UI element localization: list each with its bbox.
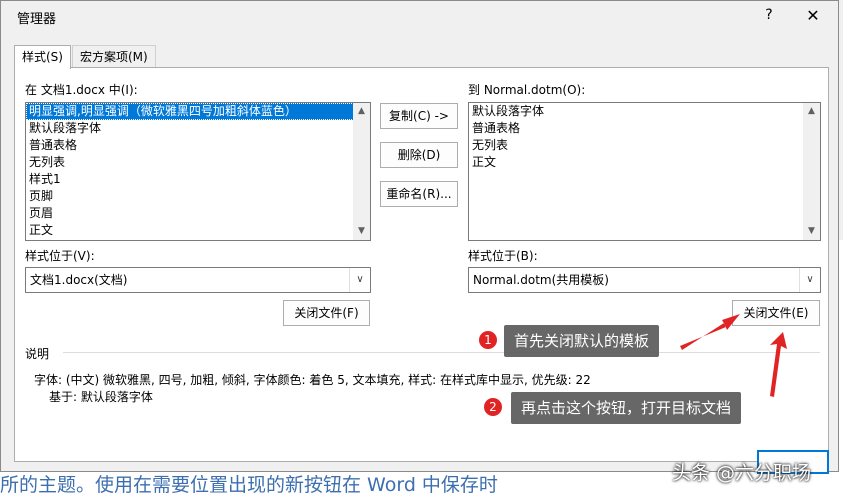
watermark: 头条 @六分职场 — [672, 462, 812, 484]
tab-styles[interactable]: 样式(S) — [14, 45, 71, 69]
arrow-1-icon — [680, 314, 740, 350]
annotation-arrows — [680, 314, 787, 397]
arrow-2-icon — [770, 332, 787, 397]
